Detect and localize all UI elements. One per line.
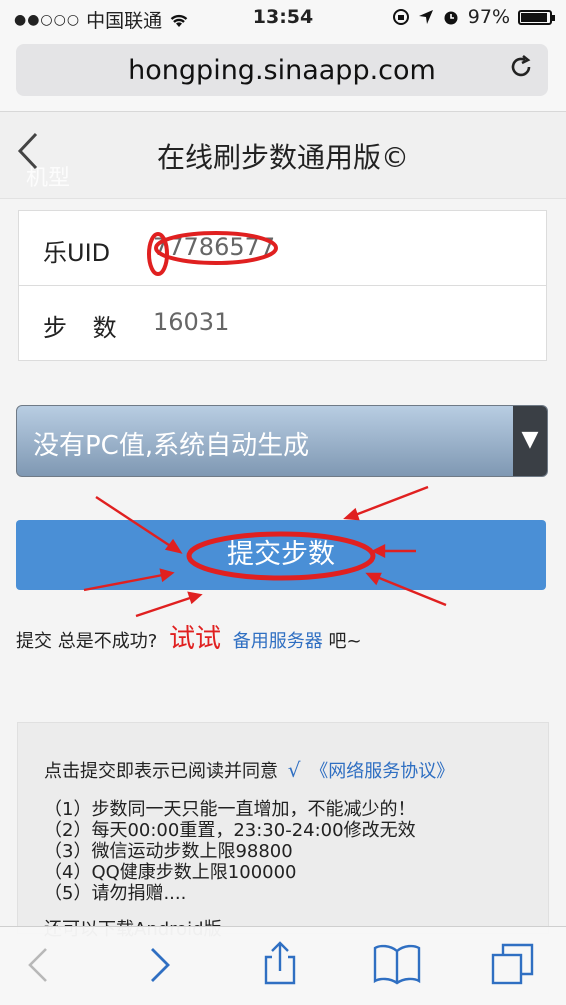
battery-percent: 97% <box>467 6 510 28</box>
tabs-icon[interactable] <box>490 941 536 987</box>
rotation-lock-icon <box>392 8 410 26</box>
rules-list: （1）步数同一天只能一直增加，不能减少的！ （2）每天00:00重置，23:30… <box>44 799 416 904</box>
browser-toolbar <box>0 926 566 1005</box>
address-bar[interactable]: hongping.sinaapp.com <box>16 44 548 96</box>
back-nav-icon[interactable] <box>26 945 50 985</box>
rule-item: （4）QQ健康步数上限100000 <box>44 862 297 883</box>
url-text[interactable]: hongping.sinaapp.com <box>16 55 548 86</box>
status-bar: ●●○○○ 中国联通 13:54 97% <box>0 0 566 36</box>
watermark-text: 机型 <box>26 166 71 191</box>
agreement-line: 点击提交即表示已阅读并同意 √ 《网络服务协议》 <box>44 757 454 783</box>
info-box: 点击提交即表示已阅读并同意 √ 《网络服务协议》 （1）步数同一天只能一直增加，… <box>17 722 549 940</box>
pc-select-value: 没有PC值,系统自动生成 <box>33 431 310 461</box>
submit-label: 提交步数 <box>227 539 335 570</box>
reload-icon[interactable] <box>508 54 534 80</box>
rule-item: （2）每天00:00重置，23:30-24:00修改无效 <box>44 820 416 841</box>
page-header: 在线刷步数通用版© 机型 <box>0 112 566 199</box>
rule-item: （1）步数同一天只能一直增加，不能减少的！ <box>44 799 416 820</box>
steps-label: 步 数 <box>43 314 117 342</box>
pc-value-select[interactable]: 没有PC值,系统自动生成 ▼ <box>16 405 548 477</box>
bookmarks-icon[interactable] <box>372 943 422 985</box>
step-form: 乐UID 77786577 步 数 16031 <box>18 210 547 361</box>
arrow-head <box>187 591 203 605</box>
dropdown-arrow-icon[interactable]: ▼ <box>513 406 547 476</box>
browser-address-area: hongping.sinaapp.com <box>0 36 566 112</box>
uid-label: 乐UID <box>43 239 111 267</box>
uid-input[interactable]: 77786577 <box>153 233 275 261</box>
uid-row[interactable]: 乐UID 77786577 <box>19 211 546 286</box>
share-icon[interactable] <box>262 941 298 987</box>
location-icon <box>418 9 434 25</box>
forward-nav-icon[interactable] <box>148 945 172 985</box>
rule-item: （3）微信运动步数上限98800 <box>44 841 293 862</box>
steps-input[interactable]: 16031 <box>153 308 229 336</box>
backup-server-link[interactable]: 备用服务器 <box>233 631 323 652</box>
steps-row[interactable]: 步 数 16031 <box>19 286 546 360</box>
arrow-head <box>343 507 360 521</box>
submit-steps-button[interactable]: 提交步数 <box>16 520 546 590</box>
retry-hint: 提交 总是不成功? 试试 备用服务器 吧~ <box>16 618 362 655</box>
hint-prefix: 提交 总是不成功? <box>16 631 158 652</box>
hint-suffix: 吧~ <box>328 631 362 652</box>
rule-item: （5）请勿捐赠.... <box>44 883 187 904</box>
battery-icon <box>518 9 555 25</box>
service-agreement-link[interactable]: 《网络服务协议》 <box>310 761 454 782</box>
try-text: 试试 <box>169 624 222 654</box>
status-right: 97% <box>392 6 555 28</box>
check-mark: √ <box>287 758 301 782</box>
agree-text: 点击提交即表示已阅读并同意 <box>44 761 278 782</box>
alarm-icon <box>442 8 460 26</box>
page-title: 在线刷步数通用版© <box>156 141 409 174</box>
